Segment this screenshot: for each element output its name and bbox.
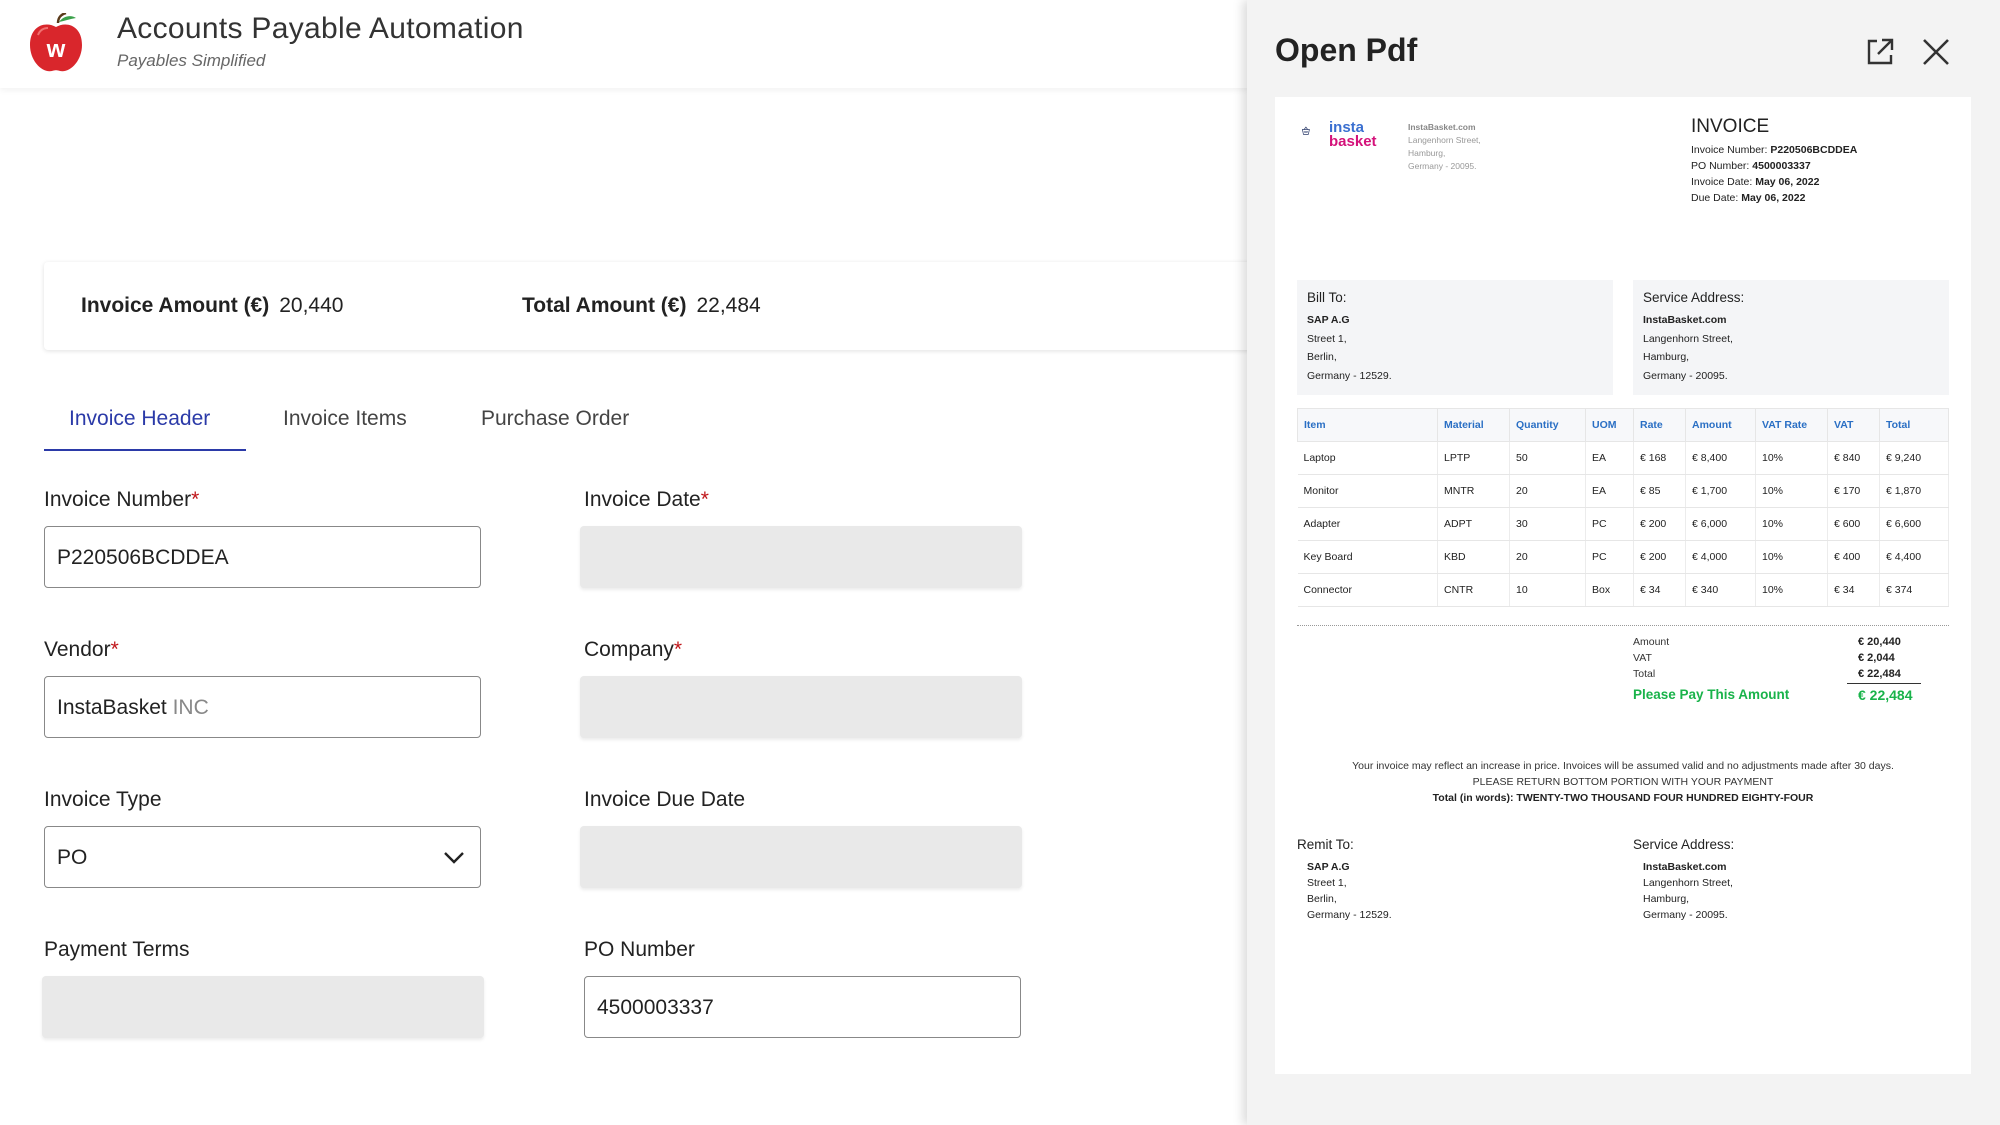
- invoice-type-label: Invoice Type: [44, 788, 162, 811]
- totals-amount-value: € 20,440: [1858, 636, 1901, 648]
- pay-amount-label: Please Pay This Amount: [1633, 687, 1790, 702]
- invoice-meta: Invoice Number: P220506BCDDEA PO Number:…: [1691, 144, 1858, 204]
- invoice-amount-label: Invoice Amount (€): [81, 294, 270, 317]
- required-marker: *: [191, 488, 200, 511]
- basket-icon: [1301, 126, 1310, 135]
- invoice-title: INVOICE: [1691, 116, 1770, 137]
- required-marker: *: [700, 488, 709, 511]
- remit-to-line: Street 1,: [1307, 877, 1347, 889]
- total-amount-label: Total Amount (€): [522, 294, 687, 317]
- totals-total-value: € 22,484: [1858, 668, 1901, 680]
- payment-terms-label: Payment Terms: [44, 938, 190, 961]
- table-header-row: Item Material Quantity UOM Rate Amount V…: [1297, 408, 1949, 442]
- remit-service-heading: Service Address:: [1633, 837, 1735, 852]
- invoice-due-date-label: Invoice Due Date: [584, 788, 746, 811]
- company-label: Company*: [584, 638, 683, 661]
- company-address: InstaBasket.com Langenhorn Street, Hambu…: [1408, 122, 1481, 171]
- totals-amount-label: Amount: [1633, 636, 1670, 648]
- required-marker: *: [110, 638, 119, 661]
- amount-summary-card: Invoice Amount (€) 20,440 Total Amount (€…: [44, 262, 1254, 350]
- table-row: Adapter ADPT 30 PC € 200 € 6,000 10% € 600 € 6,6…: [1297, 507, 1949, 541]
- invoice-note: PLEASE RETURN BOTTOM PORTION WITH YOUR P…: [1472, 776, 1774, 788]
- total-amount: Total Amount (€) 22,484: [522, 294, 761, 318]
- invoice-amount-value: 20,440: [279, 294, 344, 317]
- bill-to-box: Bill To: SAP A.G Street 1, Berlin, Germa…: [1297, 280, 1613, 395]
- totals-vat-value: € 2,044: [1858, 652, 1895, 664]
- remit-to-heading: Remit To:: [1297, 837, 1354, 852]
- totals-total-label: Total: [1633, 668, 1656, 680]
- invoice-note: Your invoice may reflect an increase in …: [1352, 760, 1894, 772]
- pdf-preview-panel: Open Pdf insta basket InstaBasket.com La…: [1247, 0, 2000, 1125]
- brand-logo-text: insta basket: [1329, 119, 1377, 150]
- remit-to-line: Germany - 12529.: [1307, 909, 1392, 921]
- total-in-words: Total (in words): TWENTY-TWO THOUSAND FO…: [1432, 792, 1814, 804]
- chevron-down-icon[interactable]: [442, 845, 466, 869]
- remit-service-line: Germany - 20095.: [1643, 909, 1728, 921]
- close-icon[interactable]: [1920, 36, 1952, 68]
- company-field[interactable]: [580, 676, 1022, 738]
- payment-terms-field[interactable]: [42, 976, 484, 1038]
- invoice-number-field[interactable]: P220506BCDDEA: [44, 526, 481, 588]
- remit-service-line: Langenhorn Street,: [1643, 877, 1733, 889]
- totals-vat-label: VAT: [1633, 652, 1652, 664]
- po-number-label: PO Number: [584, 938, 695, 961]
- invoice-amount: Invoice Amount (€) 20,440: [81, 294, 343, 318]
- vendor-field[interactable]: InstaBasket INC: [44, 676, 481, 738]
- vendor-label: Vendor*: [44, 638, 119, 661]
- app-subtitle: Payables Simplified: [117, 51, 266, 70]
- tab-purchase-order[interactable]: Purchase Order: [481, 395, 629, 451]
- tab-invoice-header[interactable]: Invoice Header: [44, 395, 246, 451]
- pdf-panel-title: Open Pdf: [1275, 32, 1418, 68]
- invoice-items-table: Item Material Quantity UOM Rate Amount V…: [1297, 408, 1949, 607]
- divider: [1297, 625, 1949, 626]
- invoice-number-label: Invoice Number*: [44, 488, 200, 511]
- app-logo-icon: w: [30, 13, 82, 72]
- table-row: Key Board KBD 20 PC € 200 € 4,000 10% € 400 € 4,…: [1297, 540, 1949, 574]
- service-address-box: Service Address: InstaBasket.com Langenh…: [1633, 280, 1949, 395]
- invoice-date-field[interactable]: [580, 526, 1022, 588]
- app-title: Accounts Payable Automation: [117, 12, 524, 45]
- table-row: Monitor MNTR 20 EA € 85 € 1,700 10% € 170 € 1,87…: [1297, 474, 1949, 508]
- remit-service-line: InstaBasket.com: [1643, 861, 1727, 873]
- required-marker: *: [673, 638, 683, 661]
- table-row: Connector CNTR 10 Box € 34 € 340 10% € 34 € 374: [1297, 573, 1949, 607]
- tab-invoice-items[interactable]: Invoice Items: [283, 395, 407, 451]
- pdf-document: insta basket InstaBasket.com Langenhorn …: [1275, 97, 1971, 1074]
- app-header: w Accounts Payable Automation Payables S…: [0, 0, 1250, 88]
- svg-text:w: w: [46, 36, 66, 63]
- open-external-icon[interactable]: [1864, 36, 1896, 68]
- po-number-field[interactable]: 4500003337: [584, 976, 1021, 1038]
- table-row: Laptop LPTP 50 EA € 168 € 8,400 10% € 840 € 9,24…: [1297, 441, 1949, 475]
- divider: [1847, 683, 1921, 684]
- invoice-type-select[interactable]: PO: [44, 826, 481, 888]
- total-amount-value: 22,484: [696, 294, 761, 317]
- invoice-date-label: Invoice Date*: [584, 488, 709, 511]
- remit-service-line: Hamburg,: [1643, 893, 1690, 905]
- remit-to-line: Berlin,: [1307, 893, 1337, 905]
- invoice-due-date-field[interactable]: [580, 826, 1022, 888]
- pay-amount-value: € 22,484: [1858, 687, 1913, 703]
- remit-to-line: SAP A.G: [1307, 861, 1350, 873]
